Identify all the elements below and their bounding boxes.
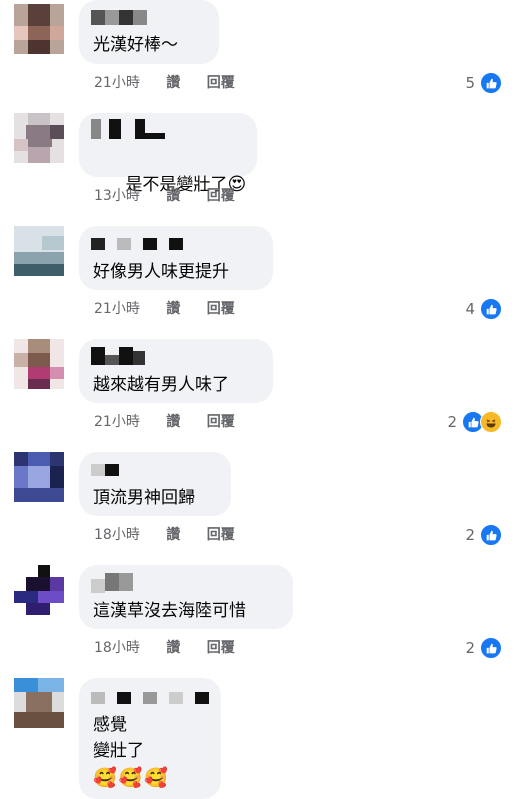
reply-action[interactable]: 回覆: [207, 414, 235, 430]
comment-time[interactable]: 21小時: [94, 414, 140, 430]
comment-bubble: 光漢好棒～: [79, 0, 219, 64]
comment-bubble: 越來越有男人味了: [79, 339, 273, 403]
comment-text-line-2: 變壯了: [93, 741, 144, 761]
reaction-summary[interactable]: 2: [465, 637, 502, 659]
like-action[interactable]: 讚: [166, 301, 180, 317]
like-icon: [480, 637, 502, 659]
comment-text-line-1: 感覺: [93, 715, 127, 735]
comment-time[interactable]: 18小時: [94, 527, 140, 543]
reaction-count: 2: [465, 639, 475, 657]
comment-time[interactable]: 21小時: [94, 301, 140, 317]
reaction-count: 5: [465, 74, 475, 92]
comment-bubble: 頂流男神回歸: [79, 452, 231, 516]
avatar[interactable]: [14, 113, 64, 163]
comment-meta: 21小時 讚 回覆: [94, 411, 257, 431]
comment-bubble: 這漢草沒去海陸可惜: [79, 565, 293, 629]
reaction-count: 2: [447, 413, 457, 431]
reaction-count: 4: [465, 300, 475, 318]
like-icon: [480, 72, 502, 94]
comment-time[interactable]: 13小時: [94, 188, 140, 204]
like-action[interactable]: 讚: [166, 188, 180, 204]
like-action[interactable]: 讚: [166, 75, 180, 91]
avatar[interactable]: [14, 4, 64, 54]
reaction-count: 2: [465, 526, 475, 544]
comment-meta: 21小時 讚 回覆: [94, 72, 257, 92]
comment-meta: 21小時 讚 回覆: [94, 298, 257, 318]
reaction-summary[interactable]: 5: [465, 72, 502, 94]
comment-time[interactable]: 18小時: [94, 640, 140, 656]
comment-meta: 18小時 讚 回覆: [94, 524, 257, 544]
haha-icon: [480, 411, 502, 433]
avatar[interactable]: [14, 678, 64, 728]
comment-bubble: 是不是變壯了😍: [79, 113, 257, 195]
like-action[interactable]: 讚: [166, 527, 180, 543]
reaction-summary[interactable]: 2: [447, 411, 502, 433]
avatar[interactable]: [14, 565, 64, 615]
avatar[interactable]: [14, 452, 64, 502]
comment-meta: 18小時 讚 回覆: [94, 637, 257, 657]
like-icon: [480, 524, 502, 546]
comment-text: 頂流男神回歸: [93, 488, 195, 508]
comment-meta: 13小時 讚 回覆: [94, 185, 257, 205]
like-action[interactable]: 讚: [166, 414, 180, 430]
like-action[interactable]: 讚: [166, 640, 180, 656]
reply-action[interactable]: 回覆: [207, 527, 235, 543]
avatar[interactable]: [14, 339, 64, 389]
comment-text: 越來越有男人味了: [93, 375, 229, 395]
reply-action[interactable]: 回覆: [207, 301, 235, 317]
reply-action[interactable]: 回覆: [207, 188, 235, 204]
reaction-summary[interactable]: 2: [465, 524, 502, 546]
comment-text: 這漢草沒去海陸可惜: [93, 601, 246, 621]
avatar[interactable]: [14, 226, 64, 276]
comment-bubble: 感覺 變壯了 🥰🥰🥰: [79, 678, 221, 799]
reply-action[interactable]: 回覆: [207, 75, 235, 91]
smiling-hearts-emojis: 🥰🥰🥰: [93, 767, 170, 789]
reaction-summary[interactable]: 4: [465, 298, 502, 320]
comment-text: 好像男人味更提升: [93, 262, 229, 282]
like-icon: [480, 298, 502, 320]
comment-bubble: 好像男人味更提升: [79, 226, 273, 290]
comment-text: 光漢好棒～: [93, 35, 178, 55]
reply-action[interactable]: 回覆: [207, 640, 235, 656]
comment-time[interactable]: 21小時: [94, 75, 140, 91]
